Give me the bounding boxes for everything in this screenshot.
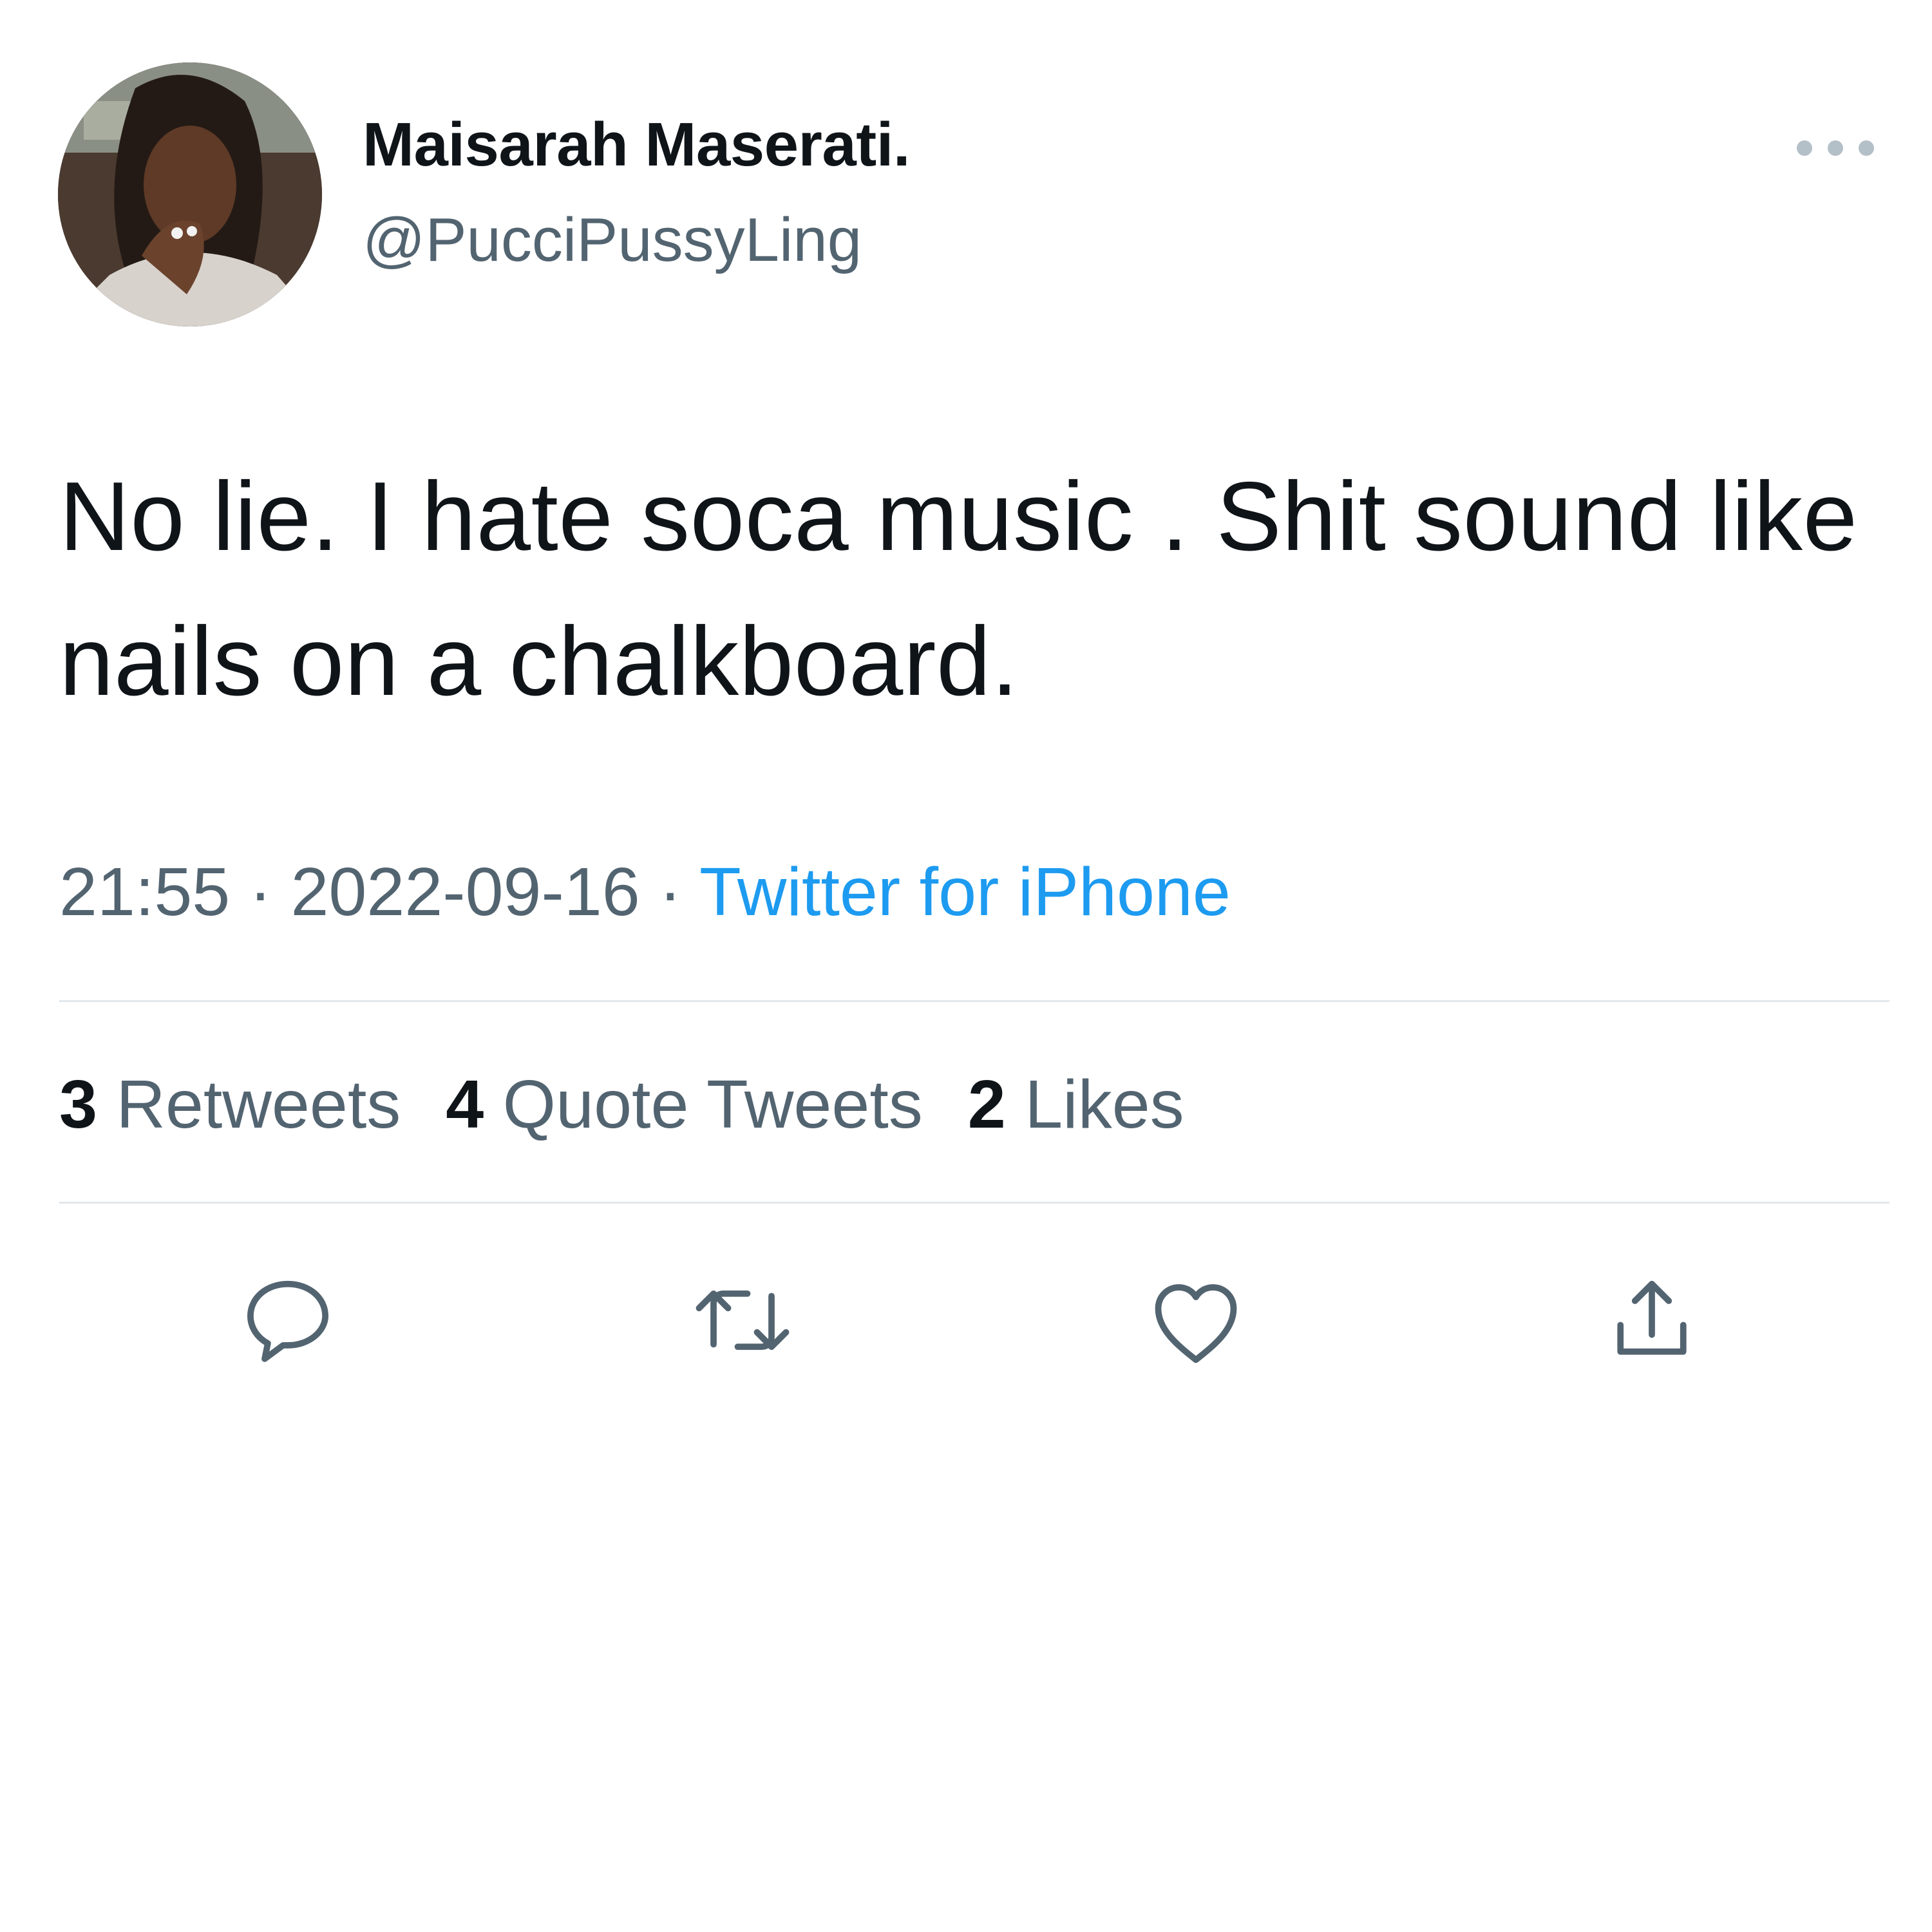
more-dot <box>1797 140 1812 156</box>
likes-label: Likes <box>1025 1066 1184 1142</box>
retweets-label: Retweets <box>116 1066 401 1142</box>
like-button[interactable] <box>1138 1262 1254 1378</box>
avatar[interactable] <box>58 62 322 327</box>
divider <box>59 1000 1889 1002</box>
retweet-icon <box>696 1290 790 1350</box>
tweet-time[interactable]: 21:55 <box>59 854 230 930</box>
likes-count: 2 <box>967 1066 1006 1142</box>
quote-tweets-stat[interactable]: 4 Quote Tweets <box>446 1066 923 1144</box>
likes-stat[interactable]: 2 Likes <box>968 1066 1184 1144</box>
heart-icon <box>1155 1284 1237 1363</box>
avatar-image <box>58 62 322 327</box>
tweet-source-link[interactable]: Twitter for iPhone <box>699 854 1231 930</box>
share-icon <box>1617 1280 1687 1355</box>
action-bar <box>0 1262 1932 1378</box>
meta-separator: · <box>659 854 682 930</box>
quote-tweets-label: Quote Tweets <box>502 1066 923 1142</box>
tweet-date[interactable]: 2022-09-16 <box>290 854 639 930</box>
retweets-stat[interactable]: 3 Retweets <box>59 1066 401 1144</box>
tweet-meta: 21:55 · 2022-09-16 · Twitter for iPhone <box>59 853 1231 931</box>
reply-icon <box>247 1280 328 1362</box>
more-dot <box>1859 140 1874 156</box>
reply-button[interactable] <box>230 1262 346 1378</box>
more-icon[interactable] <box>1797 135 1874 161</box>
user-handle[interactable]: @PucciPussyLing <box>363 205 862 276</box>
quote-tweets-count: 4 <box>446 1066 484 1142</box>
share-button[interactable] <box>1594 1262 1710 1378</box>
display-name[interactable]: Maisarah Maserati. <box>363 109 911 180</box>
meta-separator: · <box>249 854 272 930</box>
retweets-count: 3 <box>59 1066 97 1142</box>
tweet-stats: 3 Retweets 4 Quote Tweets 2 Likes <box>59 1066 1184 1144</box>
tweet-text: No lie. I hate soca music . Shit sound l… <box>59 462 1858 716</box>
more-dot <box>1828 140 1843 156</box>
divider <box>59 1202 1889 1204</box>
retweet-button[interactable] <box>685 1262 800 1378</box>
